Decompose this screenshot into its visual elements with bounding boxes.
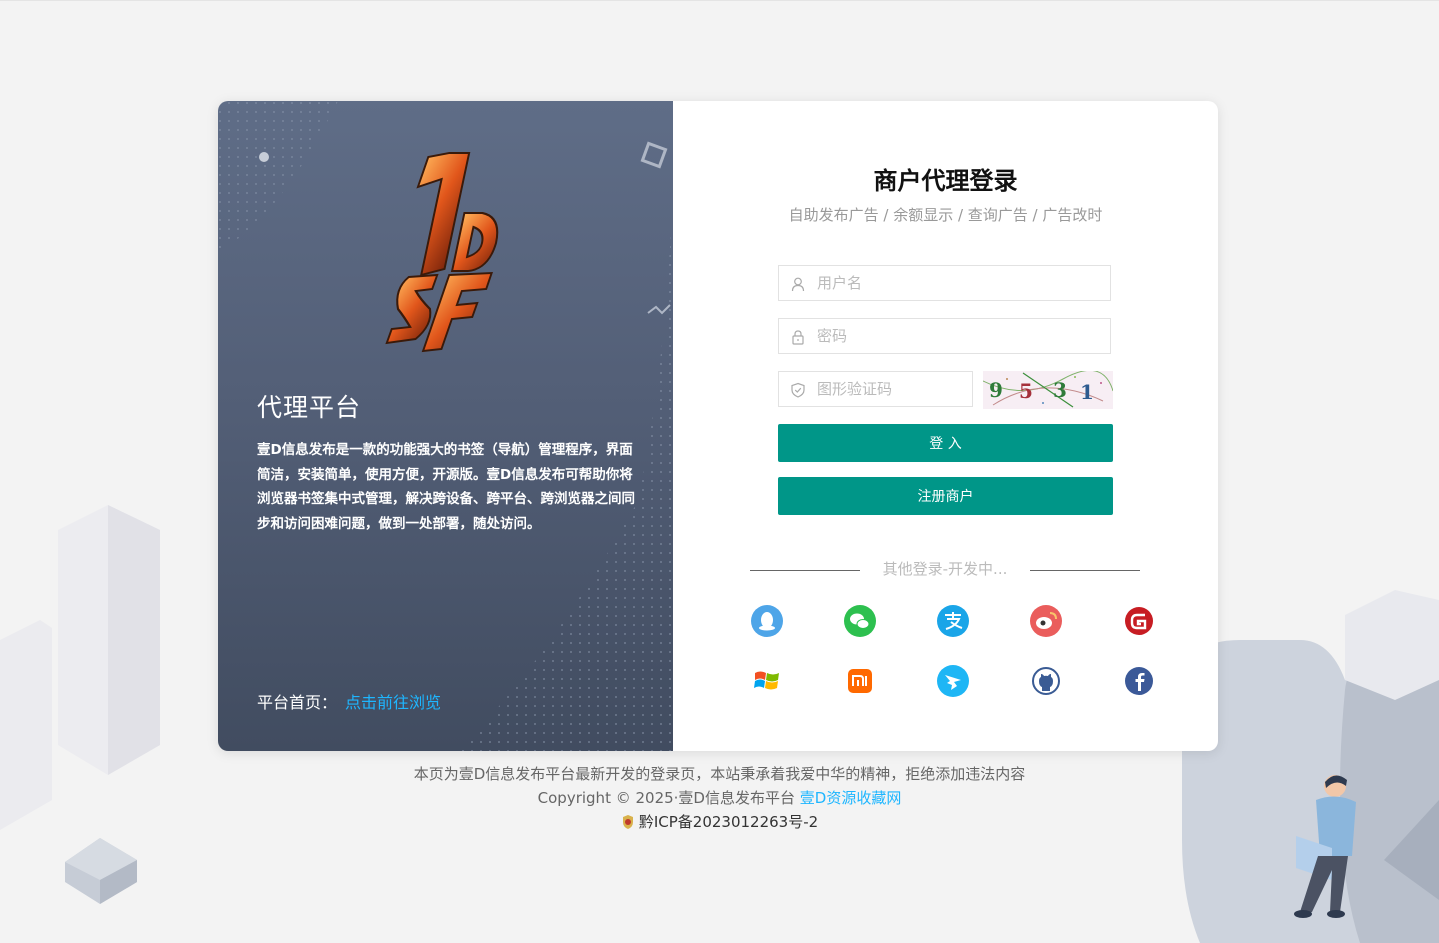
wechat-icon <box>844 605 876 637</box>
shield-check-icon <box>791 382 805 398</box>
captcha-image[interactable]: 9 5 3 1 <box>983 371 1113 409</box>
gitee-login-button[interactable] <box>1121 603 1157 639</box>
login-card: 代理平台 壹D信息发布是一款的功能强大的书签（导航）管理程序，界面简洁，安装简单… <box>218 101 1218 751</box>
weibo-icon <box>1030 605 1062 637</box>
intro-panel: 代理平台 壹D信息发布是一款的功能强大的书签（导航）管理程序，界面简洁，安装简单… <box>218 101 673 751</box>
facebook-login-button[interactable] <box>1121 663 1157 699</box>
police-badge-icon <box>622 815 633 829</box>
captcha-drawing: 9 5 3 1 <box>983 371 1113 408</box>
windows-login-button[interactable] <box>749 663 785 699</box>
alipay-icon <box>937 605 969 637</box>
footer-copyright: Copyright © 2025·壹D信息发布平台 <box>537 789 795 807</box>
footer-icp-row: 黔ICP备2023012263号-2 <box>0 810 1439 834</box>
captcha-digit-3: 3 <box>1053 378 1067 402</box>
footer-notice: 本页为壹D信息发布平台最新开发的登录页，本站秉承着我爱中华的精神，拒绝添加违法内… <box>413 765 1026 783</box>
facebook-icon <box>1125 667 1153 695</box>
username-input[interactable] <box>817 266 1097 300</box>
home-link[interactable]: 点击前往浏览 <box>345 693 441 712</box>
username-field[interactable] <box>778 265 1111 301</box>
other-login-label: 其他登录-开发中... <box>882 560 1008 578</box>
captcha-field[interactable] <box>778 371 973 407</box>
password-input[interactable] <box>817 319 1097 353</box>
divider-left <box>750 570 860 571</box>
login-form-panel: 商户代理登录 自助发布广告 / 余额显示 / 查询广告 / 广告改时 用户名 图… <box>673 101 1218 751</box>
github-login-button[interactable] <box>1028 663 1064 699</box>
xiaomi-icon <box>848 669 872 693</box>
site-logo <box>385 152 499 353</box>
login-subtitle: 自助发布广告 / 余额显示 / 查询广告 / 广告改时 <box>788 206 1103 224</box>
register-button[interactable]: 注册商户 <box>778 477 1113 515</box>
login-button[interactable]: 登 入 <box>778 424 1113 462</box>
panel-description: 壹D信息发布是一款的功能强大的书签（导航）管理程序，界面简洁，安装简单，使用方便… <box>257 442 635 532</box>
captcha-digit-4: 1 <box>1080 380 1094 404</box>
github-icon <box>1032 667 1060 695</box>
lock-icon <box>792 330 804 345</box>
password-field[interactable] <box>778 318 1111 354</box>
icp-link[interactable]: 黔ICP备2023012263号-2 <box>639 813 818 831</box>
xiaomi-login-button[interactable] <box>842 663 878 699</box>
panel-title: 代理平台 <box>257 393 362 422</box>
dingtalk-icon <box>937 665 969 697</box>
weibo-login-button[interactable] <box>1028 603 1064 639</box>
user-icon <box>791 277 805 292</box>
home-label: 平台首页： <box>257 693 338 712</box>
captcha-digit-1: 9 <box>989 378 1003 402</box>
footer-copyright-row: Copyright © 2025·壹D信息发布平台 壹D资源收藏网 <box>0 786 1439 810</box>
wechat-login-button[interactable] <box>842 603 878 639</box>
qq-icon <box>751 605 783 637</box>
page-footer: 本页为壹D信息发布平台最新开发的登录页，本站秉承着我爱中华的精神，拒绝添加违法内… <box>0 762 1439 834</box>
windows-icon <box>754 671 779 690</box>
qq-login-button[interactable] <box>749 603 785 639</box>
home-link-row: 平台首页： 点击前往浏览 <box>257 689 441 713</box>
login-title: 商户代理登录 <box>873 167 1018 195</box>
footer-site-link[interactable]: 壹D资源收藏网 <box>800 789 902 807</box>
divider-right <box>1030 570 1140 571</box>
alipay-login-button[interactable] <box>935 603 971 639</box>
captcha-digit-2: 5 <box>1019 379 1033 403</box>
gitee-icon <box>1125 607 1153 635</box>
captcha-input[interactable] <box>817 372 967 406</box>
dingtalk-login-button[interactable] <box>935 663 971 699</box>
